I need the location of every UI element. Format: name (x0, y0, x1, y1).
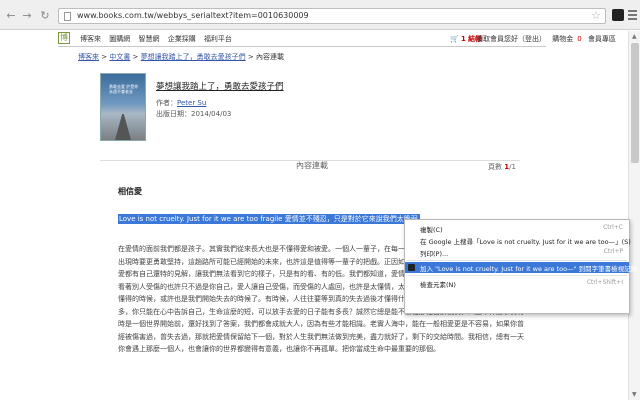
top-link-enterprise[interactable]: 企業採購 (168, 35, 196, 43)
context-menu: 複製(C) Ctrl+C 在 Google 上搜尋「Love is not cr… (404, 219, 637, 314)
top-link-welfare[interactable]: 福利平台 (204, 35, 232, 43)
site-top-links: 博客來 圖購網 智慧網 企業採購 福利平台 (80, 34, 238, 44)
breadcrumb-current: 內容連載 (255, 53, 284, 61)
reload-icon[interactable]: ↻ (38, 9, 52, 23)
book-title[interactable]: 夢想讓我踏上了，勇敢去愛孩子們 (156, 80, 284, 92)
top-link-group-buy[interactable]: 圖購網 (109, 35, 130, 43)
menu-icon[interactable] (628, 10, 637, 22)
breadcrumb-category[interactable]: 中文書 (109, 53, 130, 61)
menu-item-add-to-extension[interactable]: 加入 "Love is not cruelty. Just for it we … (405, 262, 637, 273)
extension-icon (408, 264, 415, 271)
account-greeting[interactable]: 讀取會員您好（登出） (476, 35, 546, 43)
bookmark-star-icon[interactable]: ☆ (591, 9, 601, 22)
page-total: /1 (509, 163, 516, 171)
menu-item-copy[interactable]: 複製(C) Ctrl+C (405, 223, 629, 234)
section-heading: 相信愛 (118, 187, 142, 196)
back-icon[interactable]: ← (4, 9, 18, 23)
vertical-scrollbar[interactable]: ▲ ▼ (628, 31, 640, 400)
breadcrumb: 博客來 > 中文書 > 夢想讓我踏上了，勇敢去愛孩子們 > 內容連載 (78, 53, 284, 61)
browser-toolbar: ← → ↻ www.books.com.tw/webbys_serialtext… (0, 0, 640, 30)
menu-item-inspect[interactable]: 檢查元素(N) Ctrl+Shift+I (405, 278, 629, 289)
scrollbar-thumb[interactable] (631, 43, 639, 163)
site-header: 博 博客來 圖購網 智慧網 企業採購 福利平台 🛒 1 結帳 讀取會員您好（登出… (58, 30, 616, 47)
scroll-up-icon[interactable]: ▲ (632, 33, 637, 40)
menu-item-google-search[interactable]: 在 Google 上搜尋「Love is not cruelty. Just f… (405, 235, 631, 246)
top-link-books[interactable]: 博客來 (80, 35, 101, 43)
cover-road-image (115, 114, 131, 140)
site-logo[interactable]: 博 (58, 32, 70, 44)
member-center-link[interactable]: 會員專區 (588, 35, 616, 43)
menu-separator (407, 275, 627, 276)
menu-item-print[interactable]: 列印(P)... Ctrl+P (405, 247, 629, 258)
date-label: 出版日期： (156, 110, 191, 118)
coupon-value: 0 (577, 35, 582, 43)
page-icon (64, 12, 71, 21)
breadcrumb-home[interactable]: 博客來 (78, 53, 99, 61)
top-link-smart[interactable]: 智慧網 (138, 35, 159, 43)
breadcrumb-book[interactable]: 夢想讓我踏上了，勇敢去愛孩子們 (141, 53, 246, 61)
scroll-down-icon[interactable]: ▼ (632, 391, 637, 398)
author-label: 作者： (156, 99, 177, 107)
cover-caption: 勇敢去愛 於是你永遠不會老去 (109, 84, 139, 94)
extension-icon[interactable] (612, 9, 624, 21)
author-link[interactable]: Peter Su (177, 99, 206, 107)
page-label: 頁數 (488, 163, 502, 171)
book-meta: 作者：Peter Su 出版日期：2014/04/03 (156, 98, 231, 120)
url-text: www.books.com.tw/webbys_serialtext?item=… (77, 11, 309, 20)
selected-text[interactable]: Love is not cruelty. Just for it we are … (118, 214, 420, 224)
cart-count: 1 (460, 35, 466, 43)
coupon-label[interactable]: 購物金 (552, 35, 573, 43)
page-indicator: 頁數 1/1 (488, 162, 516, 172)
publish-date: 2014/04/03 (191, 110, 232, 118)
preview-title: 內容連載 (296, 161, 328, 170)
forward-icon[interactable]: → (20, 9, 34, 23)
address-bar[interactable]: www.books.com.tw/webbys_serialtext?item=… (58, 8, 606, 24)
book-cover[interactable]: 勇敢去愛 於是你永遠不會老去 (100, 73, 146, 141)
account-links: 讀取會員您好（登出） 購物金 0 會員專區 (476, 34, 620, 44)
menu-separator (407, 260, 627, 261)
cart-icon: 🛒 (450, 35, 459, 43)
